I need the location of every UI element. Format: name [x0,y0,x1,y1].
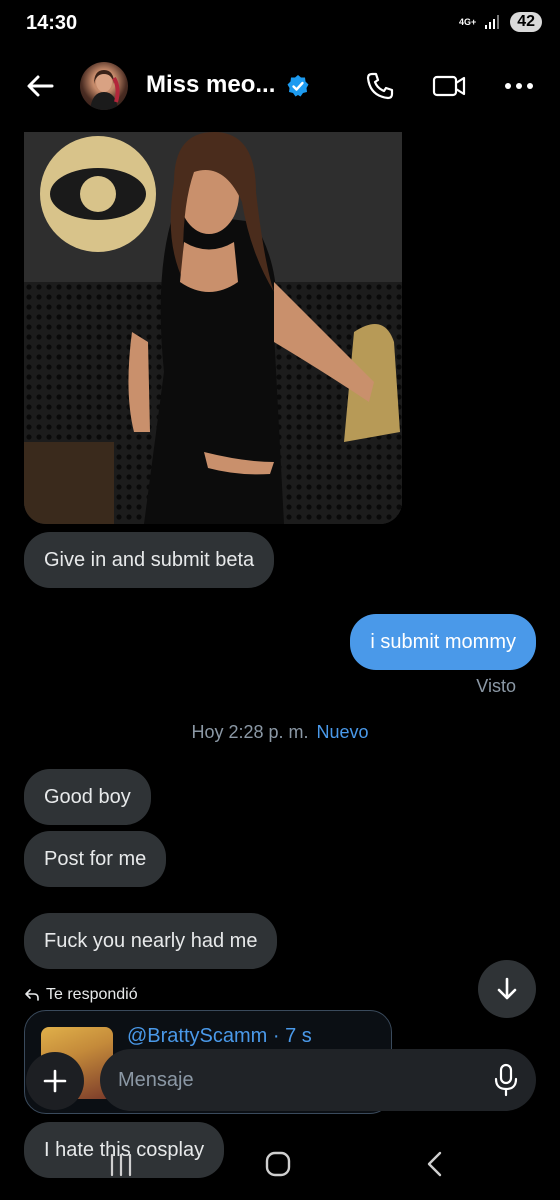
more-options-icon[interactable] [502,70,536,102]
quoted-post-user[interactable]: @BrattyScamm · 7 s [127,1025,312,1048]
day-separator-time: Hoy 2:28 p. m. [191,722,309,742]
status-indicators: 4G+ 42 [459,12,542,32]
recent-apps-icon[interactable] [106,1152,136,1178]
video-camera-icon[interactable] [432,70,466,102]
home-icon[interactable] [264,1150,292,1178]
message-outgoing[interactable]: i submit mommy [350,614,536,670]
microphone-icon[interactable] [492,1063,520,1097]
nav-back-icon[interactable] [424,1150,446,1178]
arrow-down-icon [497,977,517,1000]
status-bar: 14:30 4G+ 42 [0,0,560,48]
contact-name[interactable]: Miss meo... [146,71,275,99]
battery-indicator: 42 [510,12,542,32]
add-attachment-button[interactable] [26,1052,84,1110]
seen-status: Visto [476,676,516,696]
day-separator: Hoy 2:28 p. m. Nuevo [0,722,560,743]
message-incoming[interactable]: Give in and submit beta [24,532,275,588]
message-incoming[interactable]: Post for me [24,831,167,887]
message-incoming[interactable]: Good boy [24,769,151,825]
signal-icon [485,15,500,29]
photo-image [24,132,402,524]
reply-arrow-icon [25,989,39,1001]
back-arrow-icon[interactable] [24,70,56,102]
message-incoming[interactable]: Fuck you nearly had me [24,913,278,969]
reply-indicator: Te respondió [24,986,138,1004]
verified-badge-icon [287,75,309,97]
avatar-image [90,70,120,110]
photo-message[interactable] [24,132,402,524]
network-indicator: 4G+ [458,16,477,27]
message-input[interactable]: Mensaje [100,1049,536,1111]
plus-icon [43,1069,67,1093]
phone-icon[interactable] [364,70,396,102]
chat-header: Miss meo... [0,56,560,116]
status-time: 14:30 [26,12,78,34]
avatar[interactable] [80,62,128,110]
system-navigation-bar [0,1130,560,1200]
message-input-placeholder: Mensaje [118,1069,194,1091]
reply-label-text: Te respondió [46,986,138,1003]
new-label: Nuevo [316,722,369,742]
scroll-to-bottom-button[interactable] [478,960,536,1018]
